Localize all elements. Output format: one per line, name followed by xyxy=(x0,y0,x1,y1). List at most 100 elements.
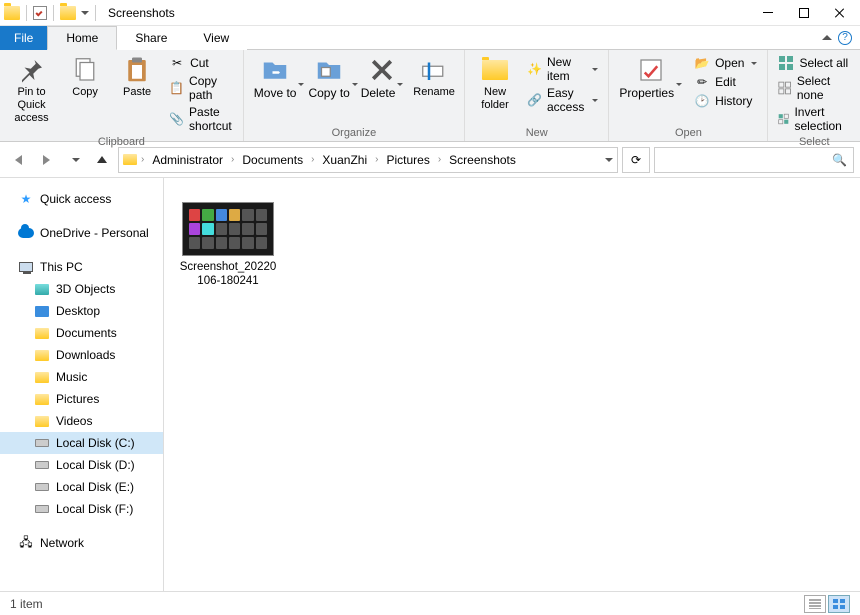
move-to-button[interactable]: Move to xyxy=(250,54,301,103)
nav-videos[interactable]: Videos xyxy=(0,410,163,432)
ribbon-group-select: Select all Select none Invert selection … xyxy=(768,50,860,141)
select-none-button[interactable]: Select none xyxy=(774,73,854,103)
breadcrumb-bar[interactable]: › Administrator› Documents› XuanZhi› Pic… xyxy=(118,147,618,173)
nav-downloads[interactable]: Downloads xyxy=(0,344,163,366)
help-icon[interactable]: ? xyxy=(838,31,852,45)
open-button[interactable]: 📂Open xyxy=(690,54,761,72)
crumb-administrator[interactable]: Administrator xyxy=(148,153,227,167)
nav-drive-c[interactable]: Local Disk (C:) xyxy=(0,432,163,454)
folder-icon xyxy=(123,154,137,165)
nav-drive-d[interactable]: Local Disk (D:) xyxy=(0,454,163,476)
minimize-button[interactable] xyxy=(750,0,786,26)
nav-music[interactable]: Music xyxy=(0,366,163,388)
nav-onedrive[interactable]: OneDrive - Personal xyxy=(0,222,163,244)
properties-qat-icon[interactable] xyxy=(33,6,47,20)
copy-button[interactable]: Copy xyxy=(61,54,109,101)
downloads-icon xyxy=(34,347,50,363)
desktop-icon xyxy=(34,303,50,319)
copy-icon xyxy=(70,56,100,84)
nav-pictures[interactable]: Pictures xyxy=(0,388,163,410)
nav-network[interactable]: 🖧Network xyxy=(0,532,163,554)
forward-button[interactable] xyxy=(34,148,58,172)
rename-button[interactable]: Rename xyxy=(410,54,458,101)
tab-view[interactable]: View xyxy=(185,26,247,50)
ribbon-group-open: Properties 📂Open ✏Edit 🕑History Open xyxy=(609,50,768,141)
refresh-button[interactable]: ⟳ xyxy=(622,147,650,173)
new-item-icon: ✨ xyxy=(527,61,542,77)
maximize-button[interactable] xyxy=(786,0,822,26)
file-item[interactable]: Screenshot_20220106-180241 xyxy=(178,202,278,289)
thumbnails-view-button[interactable] xyxy=(828,595,850,613)
nav-3d-objects[interactable]: 3D Objects xyxy=(0,278,163,300)
search-input[interactable] xyxy=(661,153,832,167)
details-view-icon xyxy=(809,599,821,609)
move-to-icon xyxy=(260,56,290,84)
paste-icon xyxy=(122,56,152,84)
file-list[interactable]: Screenshot_20220106-180241 xyxy=(164,178,860,591)
paste-button[interactable]: Paste xyxy=(113,54,161,101)
nav-quick-access[interactable]: ★Quick access xyxy=(0,188,163,210)
main-area: ★Quick access OneDrive - Personal This P… xyxy=(0,178,860,591)
folder-icon xyxy=(4,6,20,20)
crumb-xuanzhi[interactable]: XuanZhi xyxy=(318,153,371,167)
history-icon: 🕑 xyxy=(694,93,710,109)
file-name: Screenshot_20220106-180241 xyxy=(178,260,278,289)
disk-icon xyxy=(34,501,50,517)
address-dropdown-icon[interactable] xyxy=(605,158,613,162)
cloud-icon xyxy=(18,225,34,241)
tab-file[interactable]: File xyxy=(0,26,47,50)
file-thumbnail xyxy=(182,202,274,256)
easy-access-button[interactable]: 🔗Easy access xyxy=(523,85,602,115)
search-box[interactable]: 🔍 xyxy=(654,147,854,173)
copy-path-button[interactable]: 📋Copy path xyxy=(165,73,237,103)
disk-icon xyxy=(34,435,50,451)
pin-to-quick-access-button[interactable]: Pin to Quick access xyxy=(6,54,57,128)
up-button[interactable] xyxy=(90,148,114,172)
properties-button[interactable]: Properties xyxy=(615,54,686,103)
qat-dropdown-icon[interactable] xyxy=(81,11,89,15)
documents-icon xyxy=(34,325,50,341)
crumb-documents[interactable]: Documents xyxy=(238,153,307,167)
nav-this-pc[interactable]: This PC xyxy=(0,256,163,278)
select-all-button[interactable]: Select all xyxy=(774,54,854,72)
ribbon-group-new: New folder ✨New item 🔗Easy access New xyxy=(465,50,609,141)
new-folder-icon xyxy=(480,56,510,84)
nav-drive-f[interactable]: Local Disk (F:) xyxy=(0,498,163,520)
paste-shortcut-button[interactable]: 📎Paste shortcut xyxy=(165,104,237,134)
new-folder-qat-icon[interactable] xyxy=(60,6,76,20)
close-button[interactable] xyxy=(822,0,858,26)
item-count: 1 item xyxy=(10,597,43,611)
new-folder-button[interactable]: New folder xyxy=(471,54,519,114)
crumb-screenshots[interactable]: Screenshots xyxy=(445,153,520,167)
recent-dropdown[interactable] xyxy=(62,148,86,172)
new-item-button[interactable]: ✨New item xyxy=(523,54,602,84)
ribbon-group-clipboard: Pin to Quick access Copy Paste ✂Cut 📋Cop… xyxy=(0,50,244,141)
delete-button[interactable]: Delete xyxy=(358,54,406,103)
copy-to-icon xyxy=(314,56,344,84)
star-icon: ★ xyxy=(18,191,34,207)
edit-button[interactable]: ✏Edit xyxy=(690,73,761,91)
nav-drive-e[interactable]: Local Disk (E:) xyxy=(0,476,163,498)
details-view-button[interactable] xyxy=(804,595,826,613)
history-button[interactable]: 🕑History xyxy=(690,92,761,110)
delete-icon xyxy=(367,56,397,84)
invert-selection-button[interactable]: Invert selection xyxy=(774,104,854,134)
arrow-up-icon xyxy=(97,156,107,163)
collapse-ribbon-icon[interactable] xyxy=(822,35,832,40)
rename-icon xyxy=(419,56,449,84)
back-button[interactable] xyxy=(6,148,30,172)
tab-home[interactable]: Home xyxy=(47,26,117,50)
properties-icon xyxy=(636,56,666,84)
paste-shortcut-icon: 📎 xyxy=(169,111,184,127)
select-all-icon xyxy=(778,55,794,71)
music-icon xyxy=(34,369,50,385)
tab-share[interactable]: Share xyxy=(117,26,185,50)
ribbon-tabs: File Home Share View ? xyxy=(0,26,860,50)
cut-button[interactable]: ✂Cut xyxy=(165,54,237,72)
crumb-pictures[interactable]: Pictures xyxy=(382,153,433,167)
minimize-icon xyxy=(763,12,773,13)
pc-icon xyxy=(18,259,34,275)
nav-documents[interactable]: Documents xyxy=(0,322,163,344)
copy-to-button[interactable]: Copy to xyxy=(304,54,354,103)
nav-desktop[interactable]: Desktop xyxy=(0,300,163,322)
